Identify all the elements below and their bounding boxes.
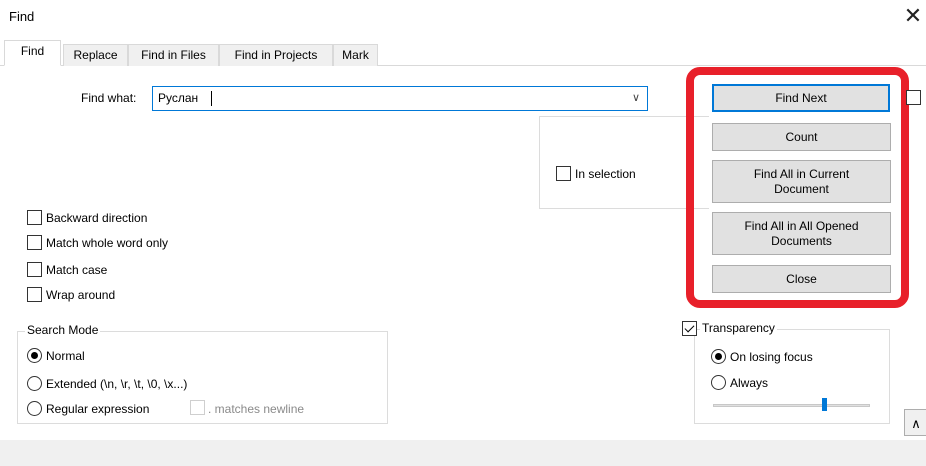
find-what-combobox[interactable]: Руслан ∨ [152, 86, 648, 111]
extended-label[interactable]: Extended (\n, \r, \t, \0, \x...) [46, 377, 187, 391]
matches-newline-checkbox[interactable] [190, 400, 205, 415]
regex-label[interactable]: Regular expression [46, 402, 149, 416]
tab-find-in-files[interactable]: Find in Files [128, 44, 219, 66]
wrap-around-checkbox[interactable] [27, 287, 42, 302]
on-losing-focus-radio[interactable] [711, 349, 726, 364]
backward-direction-label[interactable]: Backward direction [46, 211, 147, 225]
backward-direction-checkbox[interactable] [27, 210, 42, 225]
match-whole-word-label[interactable]: Match whole word only [46, 236, 168, 250]
tab-find[interactable]: Find [4, 40, 61, 66]
match-whole-word-checkbox[interactable] [27, 235, 42, 250]
extra-checkbox[interactable] [906, 90, 921, 105]
text-caret [211, 91, 212, 106]
red-highlight-outline [686, 67, 909, 308]
regex-radio[interactable] [27, 401, 42, 416]
tab-find-in-projects[interactable]: Find in Projects [219, 44, 333, 66]
close-icon[interactable]: ✕ [900, 2, 926, 30]
find-what-value[interactable]: Руслан [158, 91, 198, 105]
matches-newline-label: . matches newline [208, 402, 305, 416]
in-selection-label[interactable]: In selection [575, 167, 636, 181]
normal-label[interactable]: Normal [46, 349, 85, 363]
wrap-around-label[interactable]: Wrap around [46, 288, 115, 302]
chevron-down-icon[interactable]: ∨ [627, 87, 645, 110]
always-radio[interactable] [711, 375, 726, 390]
search-mode-title: Search Mode [25, 323, 101, 337]
transparency-checkbox[interactable] [682, 321, 697, 336]
normal-radio[interactable] [27, 348, 42, 363]
match-case-label[interactable]: Match case [46, 263, 107, 277]
window-title: Find [9, 9, 35, 24]
transparency-slider-thumb[interactable] [822, 398, 827, 411]
on-losing-focus-label[interactable]: On losing focus [730, 350, 813, 364]
chevron-up-icon[interactable]: ∧ [904, 409, 926, 436]
in-selection-panel [539, 116, 709, 209]
transparency-label[interactable]: Transparency [700, 321, 777, 335]
extended-radio[interactable] [27, 376, 42, 391]
transparency-slider-track[interactable] [713, 404, 870, 407]
tab-mark[interactable]: Mark [333, 44, 378, 66]
tab-replace[interactable]: Replace [63, 44, 128, 66]
find-what-label: Find what: [81, 91, 137, 105]
always-label[interactable]: Always [730, 376, 768, 390]
match-case-checkbox[interactable] [27, 262, 42, 277]
status-bar [0, 440, 926, 466]
in-selection-checkbox[interactable] [556, 166, 571, 181]
